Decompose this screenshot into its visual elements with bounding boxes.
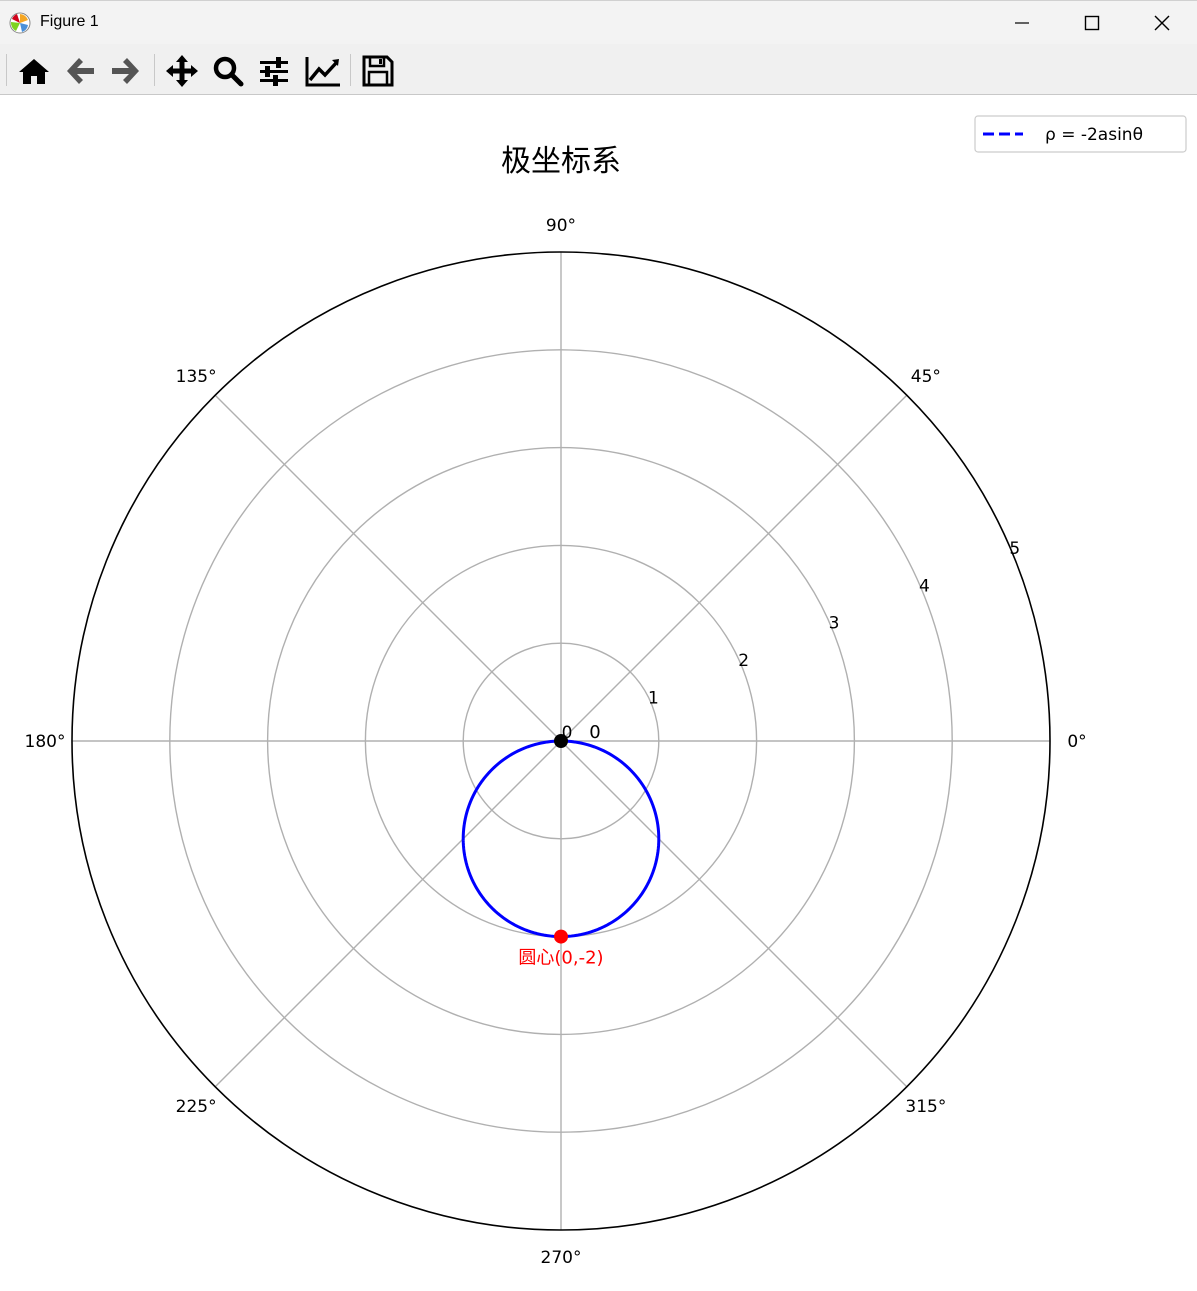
pan-button[interactable] xyxy=(164,54,200,88)
data-point xyxy=(554,929,568,944)
r-tick-label: 2 xyxy=(738,651,749,671)
forward-button[interactable] xyxy=(108,54,144,88)
theta-tick-label: 90° xyxy=(546,216,576,236)
theta-tick-label: 225° xyxy=(176,1097,217,1117)
close-icon xyxy=(1154,15,1170,31)
maximize-button[interactable] xyxy=(1057,1,1127,45)
close-button[interactable] xyxy=(1127,1,1197,45)
theta-tick-label: 0° xyxy=(1067,732,1086,752)
r-tick-label: 4 xyxy=(919,576,930,596)
theta-tick-label: 180° xyxy=(25,732,66,752)
data-point xyxy=(554,734,568,748)
zoom-button[interactable] xyxy=(210,54,246,88)
theta-tick-label: 315° xyxy=(905,1097,946,1117)
legend-label: ρ = -2asinθ xyxy=(1045,125,1143,145)
minimize-button[interactable] xyxy=(987,1,1057,45)
angular-gridline xyxy=(560,740,908,1088)
r-tick-label: 3 xyxy=(829,614,840,634)
title-bar: Figure 1 xyxy=(0,0,1197,44)
save-icon xyxy=(362,55,394,87)
chart-title: 极坐标系 xyxy=(501,144,621,179)
home-icon xyxy=(19,59,49,84)
theta-tick-label: 135° xyxy=(176,367,217,387)
back-button[interactable] xyxy=(62,54,98,88)
maximize-icon xyxy=(1084,15,1100,31)
theta-tick-label: 270° xyxy=(541,1248,582,1268)
window-title: Figure 1 xyxy=(40,13,99,30)
toolbar-separator xyxy=(154,54,155,86)
minimize-icon xyxy=(1015,22,1029,24)
arrow-right-icon xyxy=(112,58,139,84)
matplotlib-icon xyxy=(9,12,31,34)
plot-canvas[interactable]: 0°45°90°135°180°225°270°315° 012345 0圆心(… xyxy=(0,95,1197,1291)
save-button[interactable] xyxy=(360,54,396,88)
subplots-button[interactable] xyxy=(256,54,292,88)
home-button[interactable] xyxy=(16,54,52,88)
zoom-icon xyxy=(213,56,244,87)
angular-gridline xyxy=(560,394,908,742)
point-label: 圆心(0,-2) xyxy=(518,948,603,969)
navigation-toolbar xyxy=(0,44,1197,95)
move-icon xyxy=(166,55,198,87)
angular-gridline xyxy=(214,394,562,742)
axes-button[interactable] xyxy=(304,54,340,88)
point-label: 0 xyxy=(589,722,600,743)
toolbar-separator xyxy=(350,54,351,86)
angular-gridline xyxy=(214,740,562,1088)
legend[interactable]: ρ = -2asinθ xyxy=(974,115,1187,153)
r-tick-label: 5 xyxy=(1009,539,1020,559)
toolbar-separator xyxy=(6,54,7,86)
r-tick-label: 1 xyxy=(648,689,659,709)
line-chart-icon xyxy=(305,57,340,87)
sliders-icon xyxy=(260,57,288,86)
arrow-left-icon xyxy=(67,58,94,84)
theta-tick-label: 45° xyxy=(911,367,941,387)
